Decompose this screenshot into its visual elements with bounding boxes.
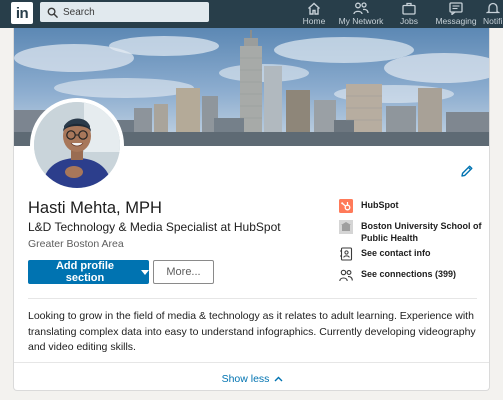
notifications-icon bbox=[486, 2, 500, 14]
contact-info-link[interactable]: See contact info bbox=[339, 247, 431, 261]
my-network-icon bbox=[353, 2, 369, 15]
more-button[interactable]: More... bbox=[153, 260, 214, 284]
profile-card: Hasti Mehta, MPH L&D Technology & Media … bbox=[13, 28, 490, 391]
add-profile-section-label: Add profile section bbox=[55, 260, 115, 284]
edit-profile-button[interactable] bbox=[460, 164, 474, 178]
connections-icon bbox=[339, 268, 353, 282]
pencil-icon bbox=[461, 165, 473, 177]
nav-jobs-label: Jobs bbox=[400, 16, 418, 26]
nav-home[interactable]: Home bbox=[302, 2, 326, 26]
school-name: Boston University School of Public Healt… bbox=[361, 221, 482, 243]
school-link[interactable]: Boston University School of Public Healt… bbox=[339, 220, 489, 244]
show-less-button[interactable]: Show less bbox=[14, 371, 489, 387]
company-link[interactable]: HubSpot bbox=[339, 199, 399, 213]
show-less-label: Show less bbox=[221, 373, 270, 385]
footer-divider bbox=[14, 362, 489, 363]
nav-messaging-label: Messaging bbox=[435, 16, 477, 26]
jobs-icon bbox=[402, 2, 416, 15]
connections-label: See connections (399) bbox=[361, 269, 457, 279]
nav-notifications-label: Notifi bbox=[483, 16, 503, 26]
contact-card-icon bbox=[339, 247, 353, 261]
hubspot-logo-icon bbox=[339, 199, 353, 213]
profile-summary: Looking to grow in the field of media & … bbox=[28, 310, 476, 353]
school-logo-icon bbox=[339, 220, 353, 234]
nav-messaging[interactable]: Messaging bbox=[435, 2, 477, 26]
more-button-label: More... bbox=[166, 266, 201, 278]
nav-my-network-label: My Network bbox=[338, 16, 384, 26]
top-navigation-bar: in Home My Network Jobs bbox=[0, 0, 503, 28]
chevron-down-icon bbox=[141, 270, 149, 275]
company-name: HubSpot bbox=[361, 200, 399, 210]
search-box[interactable] bbox=[40, 2, 209, 22]
messaging-icon bbox=[449, 2, 463, 15]
nav-my-network[interactable]: My Network bbox=[339, 2, 383, 26]
search-icon bbox=[47, 7, 58, 18]
search-input[interactable] bbox=[63, 6, 203, 18]
connections-link[interactable]: See connections (399) bbox=[339, 268, 456, 282]
home-icon bbox=[308, 2, 320, 15]
add-profile-section-button[interactable]: Add profile section bbox=[28, 260, 149, 284]
profile-photo[interactable] bbox=[30, 98, 124, 192]
nav-home-label: Home bbox=[302, 16, 326, 26]
linkedin-logo[interactable]: in bbox=[11, 2, 33, 24]
profile-headline: L&D Technology & Media Specialist at Hub… bbox=[28, 220, 281, 234]
section-divider bbox=[28, 298, 477, 299]
profile-name: Hasti Mehta, MPH bbox=[28, 199, 162, 217]
nav-notifications[interactable]: Notifi bbox=[483, 2, 503, 26]
contact-info-label: See contact info bbox=[361, 248, 431, 258]
chevron-up-icon bbox=[274, 376, 283, 382]
nav-jobs[interactable]: Jobs bbox=[398, 2, 420, 26]
profile-location: Greater Boston Area bbox=[28, 238, 124, 250]
